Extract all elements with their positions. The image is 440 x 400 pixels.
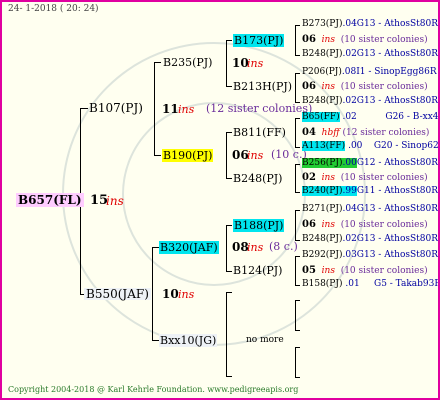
connector-line [152, 247, 159, 248]
connector-line [80, 108, 88, 109]
sister-colonies-row: 06 ins (10 sister colonies) [302, 219, 428, 230]
queen-b124[interactable]: B124(PJ) [233, 265, 282, 276]
queen-b240[interactable]: B240(PJ).99G11 - AthosSt80R [302, 186, 438, 196]
connector-line [295, 377, 300, 378]
connector-line [226, 86, 232, 87]
queen-b213h[interactable]: B213H(PJ) [233, 81, 292, 92]
queen-b248[interactable]: B248(PJ) [233, 173, 282, 184]
gen1-ins: ins [106, 194, 124, 208]
queen-b550[interactable]: B550(JAF) [84, 288, 151, 300]
queen-a113[interactable]: A113(FF) .00 G20 - Sinop62R [302, 141, 438, 151]
gen2-top-year: 11 [162, 102, 179, 116]
queen-b256[interactable]: B256(PJ).00G12 - AthosSt80R [302, 158, 438, 168]
connector-line [295, 300, 296, 330]
connector-line [226, 178, 232, 179]
no-more-label: no more [246, 335, 284, 345]
connector-line [226, 132, 227, 178]
connector-line [295, 25, 300, 26]
gen2-bottom-year: 10 [162, 287, 179, 301]
queen-b107[interactable]: B107(PJ) [89, 102, 143, 114]
pedigree-frame: 24- 1-2018 ( 20: 24) B657(FL) 15 ins B10… [0, 0, 440, 400]
connector-line [226, 225, 232, 226]
queen-p206[interactable]: P206(PJ).08I1 - SinopEgg86R [302, 68, 437, 77]
sister-colonies-row: 06 ins (10 sister colonies) [302, 34, 428, 45]
queen-b235[interactable]: B235(PJ) [163, 57, 212, 68]
sister-colonies-row: 02 ins (10 sister colonies) [302, 172, 428, 183]
sister-colonies-row: 04 hbff (12 sister colonies) [302, 127, 430, 138]
connector-line [295, 347, 296, 377]
gen3-b320-sisters: (8 c.) [269, 240, 298, 253]
connector-line [295, 73, 300, 74]
connector-line [152, 340, 159, 341]
connector-line [295, 285, 300, 286]
queen-b248[interactable]: B248(PJ).02G13 - AthosSt80R [302, 50, 438, 59]
queen-b273[interactable]: B273(PJ).04G13 - AthosSt80R [302, 20, 438, 29]
connector-line [226, 225, 227, 271]
connector-line [226, 376, 232, 377]
queen-b292[interactable]: B292(PJ).03G13 - AthosSt80R [302, 251, 438, 260]
connector-line [226, 40, 227, 86]
connector-line [226, 132, 232, 133]
queen-b190[interactable]: B190(PJ) [162, 149, 214, 162]
queen-b248[interactable]: B248(PJ).02G13 - AthosSt80R [302, 97, 438, 106]
connector-line [295, 73, 296, 102]
queen-b65[interactable]: B65(FF) .02 G26 - B-xx43 [302, 112, 438, 122]
connector-line [295, 330, 300, 331]
connector-line [295, 55, 300, 56]
connector-line [295, 210, 296, 240]
connector-line [295, 347, 300, 348]
connector-line [154, 62, 155, 155]
gen3-b190-ins: ins [247, 149, 264, 162]
connector-line [152, 247, 153, 340]
connector-line [295, 300, 300, 301]
connector-line [295, 25, 296, 55]
connector-line [154, 62, 161, 63]
connector-line [295, 256, 296, 285]
sister-colonies-row: 06 ins (10 sister colonies) [302, 81, 428, 92]
queen-b271[interactable]: B271(PJ).04G13 - AthosSt80R [302, 205, 438, 214]
queen-b188[interactable]: B188(PJ) [233, 219, 285, 232]
footer-copyright: Copyright 2004-2018 @ Karl Kehrle Founda… [8, 385, 299, 394]
gen3-b320-ins: ins [247, 241, 264, 254]
connector-line [226, 292, 227, 376]
connector-line [154, 155, 161, 156]
connector-line [295, 118, 296, 147]
connector-line [226, 271, 232, 272]
queen-b173[interactable]: B173(PJ) [233, 34, 285, 47]
connector-line [226, 292, 232, 293]
queen-b811[interactable]: B811(FF) [233, 127, 286, 138]
connector-line [295, 256, 300, 257]
connector-line [295, 210, 300, 211]
connector-line [295, 192, 300, 193]
queen-b657[interactable]: B657(FL) [16, 193, 84, 207]
gen3-b235-ins: ins [247, 57, 264, 70]
gen2-bottom-ins: ins [178, 288, 195, 301]
queen-bxx10[interactable]: Bxx10(JG) [159, 334, 218, 347]
header-timestamp: 24- 1-2018 ( 20: 24) [8, 4, 99, 14]
queen-b248[interactable]: B248(PJ).02G13 - AthosSt80R [302, 235, 438, 244]
connector-line [226, 40, 232, 41]
queen-b320[interactable]: B320(JAF) [159, 241, 219, 254]
connector-line [295, 118, 300, 119]
gen2-top-sisters: (12 sister colonies) [206, 102, 313, 115]
sister-colonies-row: 05 ins (10 sister colonies) [302, 265, 428, 276]
queen-b158[interactable]: B158(PJ) .01 G5 - Takab93R [302, 280, 438, 289]
connector-line [295, 164, 296, 192]
gen2-top-ins: ins [178, 103, 195, 116]
connector-line [295, 164, 300, 165]
